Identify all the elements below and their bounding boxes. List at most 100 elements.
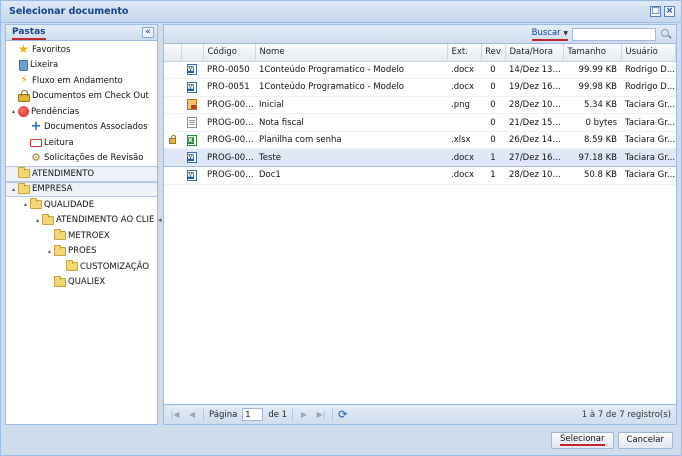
table-row[interactable]: PROG-0001 Inicial .png 0 28/Dez 10:03 5.34 KB…	[164, 96, 676, 115]
expand-toggle-icon[interactable]: ▴	[21, 201, 30, 208]
tree-item[interactable]: CUSTOMIZAÇÃO	[6, 259, 157, 275]
nome-cell: Planilha com senha	[255, 131, 447, 150]
data-cell: 14/Dez 13:33	[505, 61, 563, 80]
tree-item[interactable]: ⚡ Fluxo em Andamento	[6, 73, 157, 89]
ext-cell	[447, 113, 481, 132]
lock-cell	[164, 78, 181, 97]
close-icon[interactable]: ×	[664, 6, 675, 17]
column-header[interactable]: Código	[203, 44, 256, 62]
next-page-icon[interactable]: ▶	[298, 410, 310, 419]
expand-toggle-icon[interactable]: ▴	[45, 248, 54, 255]
lock-cell	[164, 61, 181, 80]
search-input[interactable]	[572, 27, 656, 41]
first-page-icon[interactable]: |◀	[169, 410, 181, 419]
grid-body: PRO-00501Conteúdo Programatico - Modelo.…	[164, 61, 676, 185]
panel-splitter[interactable]	[158, 24, 163, 425]
codigo-cell: PROG-0002	[203, 113, 255, 132]
tree-item-label: Leitura	[44, 137, 74, 148]
tree-item[interactable]: ★ Favoritos	[6, 42, 157, 58]
collapse-panel-icon[interactable]: «	[142, 27, 154, 38]
dialog-body: Pastas « ★ Favoritos Lixeira ⚡ Fluxo em Anda…	[5, 24, 677, 425]
maximize-icon[interactable]: □	[650, 6, 661, 17]
select-button[interactable]: Selecionar	[550, 431, 614, 449]
nome-cell: Nota fiscal	[255, 113, 447, 132]
documents-panel: Buscar ▼ Código Nome Ext. Rev Data/Hora Taman…	[163, 24, 677, 425]
tree-item[interactable]: Leitura	[6, 135, 157, 151]
page-number-input[interactable]	[242, 408, 264, 421]
data-cell: 26/Dez 14:36	[505, 131, 563, 150]
grid-header-row: Código Nome Ext. Rev Data/Hora Tamanho Usuário	[164, 44, 676, 62]
refresh-icon[interactable]: ⟳	[338, 408, 347, 421]
tree-item-label: Pendências	[31, 106, 80, 117]
tree-item[interactable]: METROEX	[6, 228, 157, 244]
tree-item[interactable]: QUALIEX	[6, 275, 157, 291]
tree-item-label: PROES	[68, 246, 97, 257]
tree-item[interactable]: ▴ ATENDIMENTO AO CLIE	[6, 213, 157, 229]
data-cell: 27/Dez 16:58	[505, 148, 563, 168]
data-cell: 28/Dez 10:03	[505, 96, 563, 115]
ext-cell: .xlsx	[447, 131, 481, 150]
column-header[interactable]: Tamanho	[563, 44, 622, 62]
ext-cell: .docx	[447, 61, 481, 80]
codigo-cell: PROG-0005	[203, 166, 255, 185]
search-icon[interactable]	[660, 28, 672, 40]
lock-icon	[169, 135, 176, 145]
rev-cell: 0	[481, 113, 505, 132]
column-header[interactable]: Usuário	[621, 44, 676, 62]
tree-item-label: Solicitações de Revisão	[44, 153, 144, 164]
gear-icon: ⚙	[31, 150, 41, 164]
table-row[interactable]: PROG-0002 Nota fiscal 0 21/Dez 15:03 0 bytes…	[164, 113, 676, 132]
pager-divider	[332, 408, 334, 421]
word-file-icon	[187, 81, 197, 93]
codigo-cell: PROG-0004	[203, 148, 255, 168]
window-tools: □ ×	[650, 6, 675, 17]
table-row[interactable]: PRO-00501Conteúdo Programatico - Modelo.…	[164, 61, 676, 80]
file-type-cell	[181, 148, 203, 168]
chevron-down-icon: ▼	[563, 29, 568, 37]
column-header[interactable]: Data/Hora	[505, 44, 564, 62]
table-row[interactable]: PROG-0003Planilha com senha.xlsx026/Dez …	[164, 131, 676, 150]
search-menu-button[interactable]: Buscar ▼	[531, 28, 568, 41]
folder-icon	[66, 260, 78, 272]
word-file-icon	[187, 169, 197, 181]
codigo-cell: PRO-0050	[203, 61, 255, 80]
expand-toggle-icon[interactable]: ▴	[33, 217, 42, 224]
codigo-cell: PRO-0051	[203, 78, 255, 97]
column-header[interactable]	[164, 44, 182, 62]
table-row[interactable]: PRO-00511Conteúdo Programatico - Modelo.…	[164, 78, 676, 97]
folders-panel: Pastas « ★ Favoritos Lixeira ⚡ Fluxo em Anda…	[5, 24, 158, 425]
trash-icon	[19, 59, 28, 71]
cancel-button[interactable]: Cancelar	[617, 431, 673, 449]
tree-item[interactable]: Lixeira	[6, 58, 157, 74]
folders-panel-title: Pastas	[12, 26, 46, 40]
table-row[interactable]: PROG-0005Doc1.docx128/Dez 10:0450.8 KBTa…	[164, 166, 676, 185]
data-cell: 28/Dez 10:04	[505, 166, 563, 185]
pagination-bar: |◀ ◀ Página de 1 ▶ ▶| ⟳ 1 à 7 de 7 regis…	[164, 404, 676, 424]
tree-item[interactable]: Documentos em Check Out	[6, 89, 157, 105]
tree-item-label: Documentos Associados	[44, 122, 148, 133]
rev-cell: 0	[481, 61, 505, 80]
prev-page-icon[interactable]: ◀	[186, 410, 198, 419]
tree-item-label: QUALIEX	[68, 277, 106, 288]
tree-item[interactable]: ATENDIMENTO	[6, 166, 157, 182]
expand-toggle-icon[interactable]: ▴	[9, 108, 18, 115]
tree-item-label: CUSTOMIZAÇÃO	[80, 261, 150, 272]
tree-item[interactable]: + Documentos Associados	[6, 120, 157, 136]
tree-item[interactable]: ▴ EMPRESA	[6, 181, 157, 197]
read-icon	[30, 138, 42, 147]
select-document-dialog: Selecionar documento □ × Pastas « ★ Favor…	[0, 0, 682, 456]
page-count-label: de 1	[268, 409, 288, 420]
column-header[interactable]	[181, 44, 204, 62]
tree-item[interactable]: ⚙ Solicitações de Revisão	[6, 151, 157, 167]
tree-item[interactable]: ▴ QUALIDADE	[6, 197, 157, 213]
folder-icon	[18, 167, 30, 179]
last-page-icon[interactable]: ▶|	[315, 410, 327, 419]
expand-toggle-icon[interactable]: ▴	[9, 186, 18, 193]
column-header[interactable]: Rev	[481, 44, 506, 62]
tree-item[interactable]: ▴ Pendências	[6, 104, 157, 120]
ext-cell: .png	[447, 96, 481, 115]
table-row[interactable]: PROG-0004Teste.docx127/Dez 16:5897.18 KB…	[164, 148, 676, 168]
tree-item[interactable]: ▴ PROES	[6, 244, 157, 260]
column-header[interactable]: Ext.	[447, 44, 482, 62]
column-header[interactable]: Nome	[255, 44, 448, 62]
